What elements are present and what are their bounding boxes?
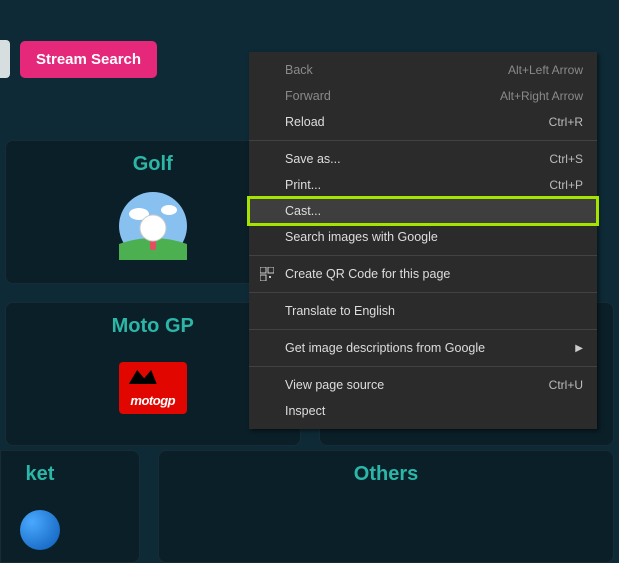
ctx-translate[interactable]: Translate to English	[249, 298, 597, 324]
ctx-separator	[249, 366, 597, 367]
ctx-image-descriptions[interactable]: Get image descriptions from Google ▶	[249, 335, 597, 361]
ctx-label: View page source	[285, 378, 384, 392]
adjacent-tab-stub[interactable]	[0, 40, 10, 78]
ctx-forward[interactable]: Forward Alt+Right Arrow	[249, 83, 597, 109]
qr-icon	[259, 266, 275, 282]
ctx-inspect[interactable]: Inspect	[249, 398, 597, 424]
card-title: Others	[354, 463, 418, 486]
card-title: Moto GP	[112, 315, 194, 338]
ctx-cast[interactable]: Cast...	[249, 198, 597, 224]
ctx-search-images[interactable]: Search images with Google	[249, 224, 597, 250]
ball-icon	[20, 510, 60, 550]
ctx-label: Save as...	[285, 152, 341, 166]
golf-icon	[119, 192, 187, 260]
ctx-print[interactable]: Print... Ctrl+P	[249, 172, 597, 198]
stream-search-button[interactable]: Stream Search	[20, 41, 157, 78]
ctx-shortcut: Ctrl+R	[549, 115, 583, 129]
ctx-create-qr[interactable]: Create QR Code for this page	[249, 261, 597, 287]
card-title: ket	[0, 463, 109, 486]
ctx-label: Inspect	[285, 404, 325, 418]
ctx-label: Reload	[285, 115, 325, 129]
ctx-label: Search images with Google	[285, 230, 438, 244]
ctx-back[interactable]: Back Alt+Left Arrow	[249, 57, 597, 83]
ctx-separator	[249, 292, 597, 293]
ctx-shortcut: Ctrl+U	[549, 378, 583, 392]
ctx-shortcut: Ctrl+S	[549, 152, 583, 166]
ctx-separator	[249, 329, 597, 330]
motogp-logo-text: motogp	[130, 393, 175, 408]
ctx-shortcut: Ctrl+P	[549, 178, 583, 192]
category-card-others[interactable]: Others	[158, 450, 614, 563]
ctx-reload[interactable]: Reload Ctrl+R	[249, 109, 597, 135]
ctx-separator	[249, 140, 597, 141]
ctx-label: Print...	[285, 178, 321, 192]
ctx-view-source[interactable]: View page source Ctrl+U	[249, 372, 597, 398]
motogp-icon: motogp	[119, 354, 187, 422]
ctx-label: Get image descriptions from Google	[285, 341, 485, 355]
ctx-label: Forward	[285, 89, 331, 103]
ctx-shortcut: Alt+Right Arrow	[500, 89, 583, 103]
ctx-label: Back	[285, 63, 313, 77]
category-card-cricket-partial[interactable]: ket	[0, 450, 140, 563]
ctx-save-as[interactable]: Save as... Ctrl+S	[249, 146, 597, 172]
ctx-label: Create QR Code for this page	[285, 267, 450, 281]
browser-context-menu: Back Alt+Left Arrow Forward Alt+Right Ar…	[249, 52, 597, 429]
ctx-shortcut: Alt+Left Arrow	[508, 63, 583, 77]
ctx-label: Translate to English	[285, 304, 395, 318]
card-title: Golf	[133, 153, 173, 176]
submenu-arrow-icon: ▶	[575, 343, 583, 354]
ctx-separator	[249, 255, 597, 256]
ctx-label: Cast...	[285, 204, 321, 218]
